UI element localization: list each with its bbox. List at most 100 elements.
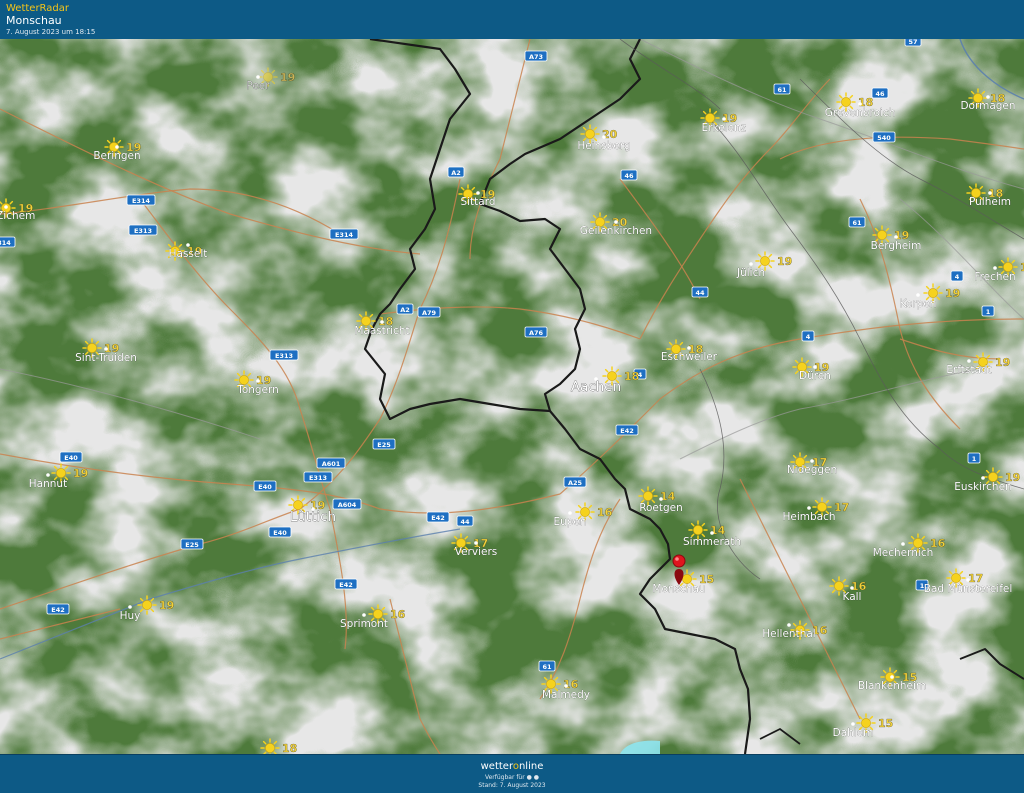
temperature-label: 16	[390, 608, 406, 621]
svg-text:E314: E314	[335, 231, 353, 239]
city-dot	[476, 191, 480, 195]
city-name: Düren	[799, 370, 831, 382]
city-dot	[813, 365, 817, 369]
city-name: Dormagen	[960, 100, 1015, 112]
city-name: Jülich	[736, 267, 765, 279]
road-shield: 44	[691, 286, 709, 298]
svg-text:E25: E25	[185, 541, 199, 549]
city-name: Eschweiler	[661, 351, 718, 363]
svg-text:4: 4	[806, 333, 811, 341]
city-dot	[966, 578, 970, 582]
temperature-label: 19	[995, 356, 1010, 369]
temperature-label: 15	[878, 717, 893, 730]
city-name: Beringen	[93, 150, 140, 162]
svg-text:E42: E42	[620, 427, 634, 435]
svg-text:314: 314	[0, 239, 11, 247]
svg-text:4: 4	[955, 273, 960, 281]
city-name: Euskirchen	[954, 481, 1011, 493]
temperature-label: 17	[834, 501, 849, 514]
temperature-label: 18	[1020, 261, 1024, 274]
city-name: Sittard	[460, 196, 495, 208]
road-shield: E42	[334, 578, 358, 590]
city-name: Frechen	[974, 271, 1015, 283]
city-name: Hellenthal	[762, 628, 815, 640]
svg-text:E40: E40	[64, 454, 78, 462]
svg-text:E313: E313	[309, 474, 327, 482]
svg-text:61: 61	[852, 219, 862, 227]
city-name: Nideggen	[787, 464, 837, 476]
road-shield: E313	[269, 349, 299, 361]
svg-text:E40: E40	[273, 529, 287, 537]
city-dot	[602, 135, 606, 139]
cloud-layer	[0, 39, 1024, 754]
svg-text:46: 46	[624, 172, 634, 180]
city-name: Maastricht	[354, 325, 409, 337]
road-shield: E314	[126, 194, 156, 206]
radar-map[interactable]: A73 61 46 57 A2 E314 E313 E314 46 540 61 A2 A79 A76 44…	[0, 39, 1024, 754]
city-dot	[46, 473, 50, 477]
city-dot	[474, 541, 478, 545]
city-name: Sint-Truiden	[75, 352, 137, 364]
city-dot	[564, 684, 568, 688]
city-name: Blankenheim	[858, 680, 926, 692]
svg-text:A2: A2	[451, 169, 461, 177]
apple-icon: ●	[526, 774, 532, 781]
city-dot	[810, 459, 814, 463]
city-name: Erkelenz	[702, 122, 747, 134]
stand-label: Stand: 7. August 2023	[478, 782, 546, 789]
road-shield: A2	[396, 303, 414, 315]
city-name: Pulheim	[969, 196, 1011, 208]
app-header: WetterRadar Monschau 7. August 2023 um 1…	[0, 0, 1024, 40]
svg-text:A76: A76	[529, 329, 544, 337]
road-shield: 61	[848, 216, 866, 228]
city-dot	[722, 117, 726, 121]
temperature-label: 19	[945, 287, 960, 300]
city-name: Grevenbroich	[825, 107, 896, 119]
road-shield: E40	[268, 526, 292, 538]
city-dot	[894, 235, 898, 239]
city-name: Simmerath	[683, 536, 741, 548]
availability-label: Verfügbar für ● ●	[484, 774, 540, 781]
road-shield: E42	[46, 603, 70, 615]
city-dot	[850, 586, 854, 590]
road-shield: 4	[801, 330, 815, 342]
svg-text:E25: E25	[377, 441, 391, 449]
city-name: Eupen	[553, 516, 586, 528]
city-dot	[104, 347, 108, 351]
city-dot	[807, 506, 811, 510]
map-canvas[interactable]: A7361 4657A2E314E313 E3144654061A2 A79A7644…	[0, 39, 1024, 754]
road-shield: 4	[950, 270, 964, 282]
svg-text:E42: E42	[431, 514, 445, 522]
road-shield: E42	[615, 424, 639, 436]
city-dot	[749, 262, 753, 266]
svg-text:1: 1	[972, 455, 977, 463]
timestamp-label: 7. August 2023 um 18:15	[6, 28, 96, 36]
road-shield: E313	[128, 224, 158, 236]
svg-text:E40: E40	[258, 483, 272, 491]
city-name: vel-Zichem	[0, 210, 35, 222]
svg-text:A73: A73	[529, 53, 543, 61]
road-shield: 540	[872, 131, 896, 143]
svg-text:44: 44	[460, 518, 470, 526]
city-dot	[890, 675, 894, 679]
city-name: Sprimont	[340, 618, 388, 630]
svg-text:A25: A25	[568, 479, 583, 487]
city-dot	[659, 497, 663, 501]
city-dot	[993, 266, 997, 270]
city-dot	[687, 346, 691, 350]
city-dot	[967, 359, 971, 363]
city-name: Huy	[120, 610, 141, 622]
city-dot	[380, 320, 384, 324]
city-name: Erftstadt	[946, 364, 991, 376]
svg-text:A601: A601	[322, 460, 341, 468]
temperature-label: 18	[282, 742, 297, 754]
road-shield: 57	[904, 39, 922, 47]
city-name: Malmedy	[542, 689, 590, 701]
wetteronline-logo[interactable]: wetteronline	[0, 761, 1024, 772]
road-shield: E42	[426, 511, 450, 523]
city-name: Roetgen	[639, 502, 683, 514]
road-shield: 44	[456, 515, 474, 527]
road-shield: A76	[524, 326, 548, 338]
road-shield: 46	[620, 169, 638, 181]
location-title: Monschau	[6, 14, 62, 27]
